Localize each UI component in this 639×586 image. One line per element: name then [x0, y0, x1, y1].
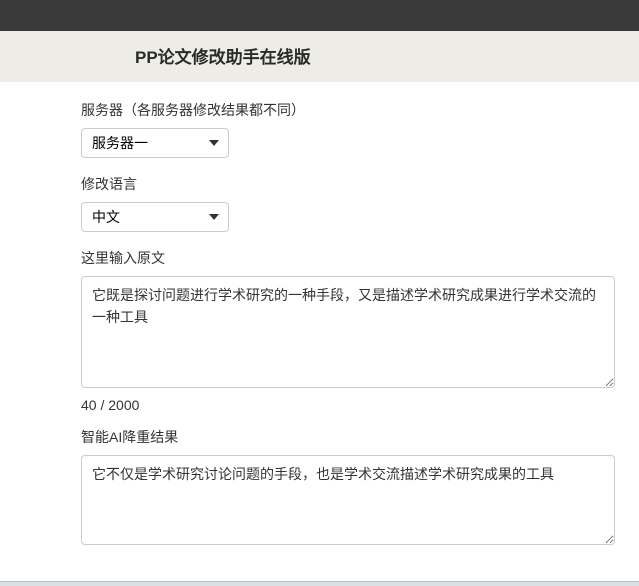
main-content: 服务器（各服务器修改结果都不同） 服务器一 修改语言 中文 这里输入原文 40 … — [0, 82, 639, 550]
page-title: PP论文修改助手在线版 — [0, 43, 639, 68]
input-field-group: 这里输入原文 — [81, 248, 639, 393]
output-label: 智能AI降重结果 — [81, 427, 639, 447]
server-label: 服务器（各服务器修改结果都不同） — [81, 100, 639, 120]
language-label: 修改语言 — [81, 174, 639, 194]
server-field-group: 服务器（各服务器修改结果都不同） 服务器一 — [81, 100, 639, 158]
input-label: 这里输入原文 — [81, 248, 639, 268]
output-field-group: 智能AI降重结果 — [81, 427, 639, 550]
input-textarea[interactable] — [81, 276, 615, 388]
output-textarea[interactable] — [81, 455, 615, 545]
page-header: PP论文修改助手在线版 — [0, 31, 639, 82]
footer-edge — [0, 581, 639, 586]
language-field-group: 修改语言 中文 — [81, 174, 639, 232]
char-counter: 40 / 2000 — [81, 397, 639, 413]
server-select[interactable]: 服务器一 — [81, 128, 229, 158]
top-bar — [0, 0, 639, 31]
language-select[interactable]: 中文 — [81, 202, 229, 232]
